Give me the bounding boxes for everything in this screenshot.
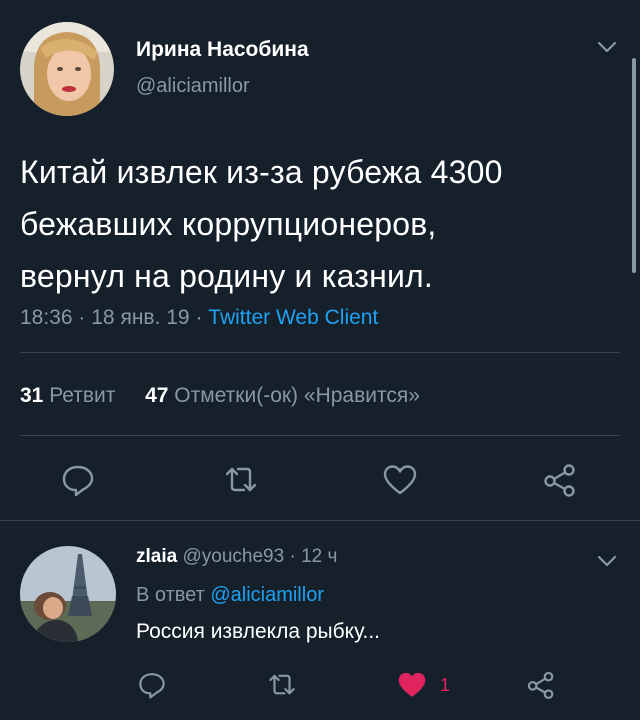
heart-icon[interactable] — [382, 462, 418, 498]
divider — [20, 435, 620, 436]
share-icon[interactable] — [526, 670, 556, 700]
retweet-label: Ретвит — [49, 384, 116, 407]
author-name[interactable]: Ирина Насобина — [136, 38, 309, 62]
tweet-meta: 18:36 · 18 янв. 19 · Twitter Web Client — [20, 306, 378, 330]
reply-author-name[interactable]: zlaia — [136, 546, 177, 567]
reply-icon[interactable] — [60, 462, 96, 498]
reply-like-count: 1 — [440, 675, 451, 695]
share-icon[interactable] — [542, 462, 578, 498]
reply-icon[interactable] — [137, 670, 167, 700]
like-stat[interactable]: 47 Отметки(-ок) «Нравится» — [145, 384, 420, 407]
reply-to-line: В ответ @aliciamillor — [136, 584, 324, 607]
retweet-count: 31 — [20, 384, 44, 407]
author-handle[interactable]: @aliciamillor — [136, 75, 250, 98]
avatar[interactable] — [20, 546, 116, 642]
divider — [0, 520, 640, 521]
heart-icon[interactable] — [397, 670, 427, 700]
reply-mention-link[interactable]: @aliciamillor — [210, 584, 324, 606]
reply-header: zlaia @youche93 · 12 ч — [136, 546, 337, 568]
retweet-icon[interactable] — [266, 670, 298, 700]
tweet-text-line: Китай извлек из-за рубежа 4300 — [20, 154, 503, 190]
reply-text: Россия извлекла рыбку... — [136, 620, 380, 643]
meta-separator: · — [195, 306, 203, 329]
chevron-down-icon[interactable] — [596, 554, 618, 568]
tweet-time: 18:36 — [20, 306, 73, 329]
like-label: Отметки(-ок) «Нравится» — [174, 384, 420, 407]
retweet-icon[interactable] — [222, 462, 260, 498]
retweet-stat[interactable]: 31 Ретвит — [20, 384, 121, 407]
reply-prefix: В ответ — [136, 584, 205, 606]
main-tweet: Ирина Насобина @aliciamillor Китай извле… — [0, 0, 640, 521]
avatar[interactable] — [20, 22, 114, 116]
tweet-stats: 31 Ретвит 47 Отметки(-ок) «Нравится» — [20, 384, 420, 408]
tweet-client-link[interactable]: Twitter Web Client — [208, 306, 378, 329]
meta-separator: · — [289, 546, 296, 567]
reply-age: 12 ч — [301, 546, 338, 567]
chevron-down-icon[interactable] — [596, 40, 618, 54]
tweet-text-line: бежавших коррупционеров, — [20, 206, 437, 242]
reply-author-handle[interactable]: @youche93 — [182, 546, 284, 567]
meta-separator: · — [78, 306, 86, 329]
tweet-text-line: вернул на родину и казнил. — [20, 258, 434, 294]
tweet-text: Китай извлек из-за рубежа 4300 бежавших … — [20, 146, 630, 302]
tweet-date: 18 янв. 19 — [91, 306, 190, 329]
divider — [20, 352, 620, 353]
like-count: 47 — [145, 384, 169, 407]
